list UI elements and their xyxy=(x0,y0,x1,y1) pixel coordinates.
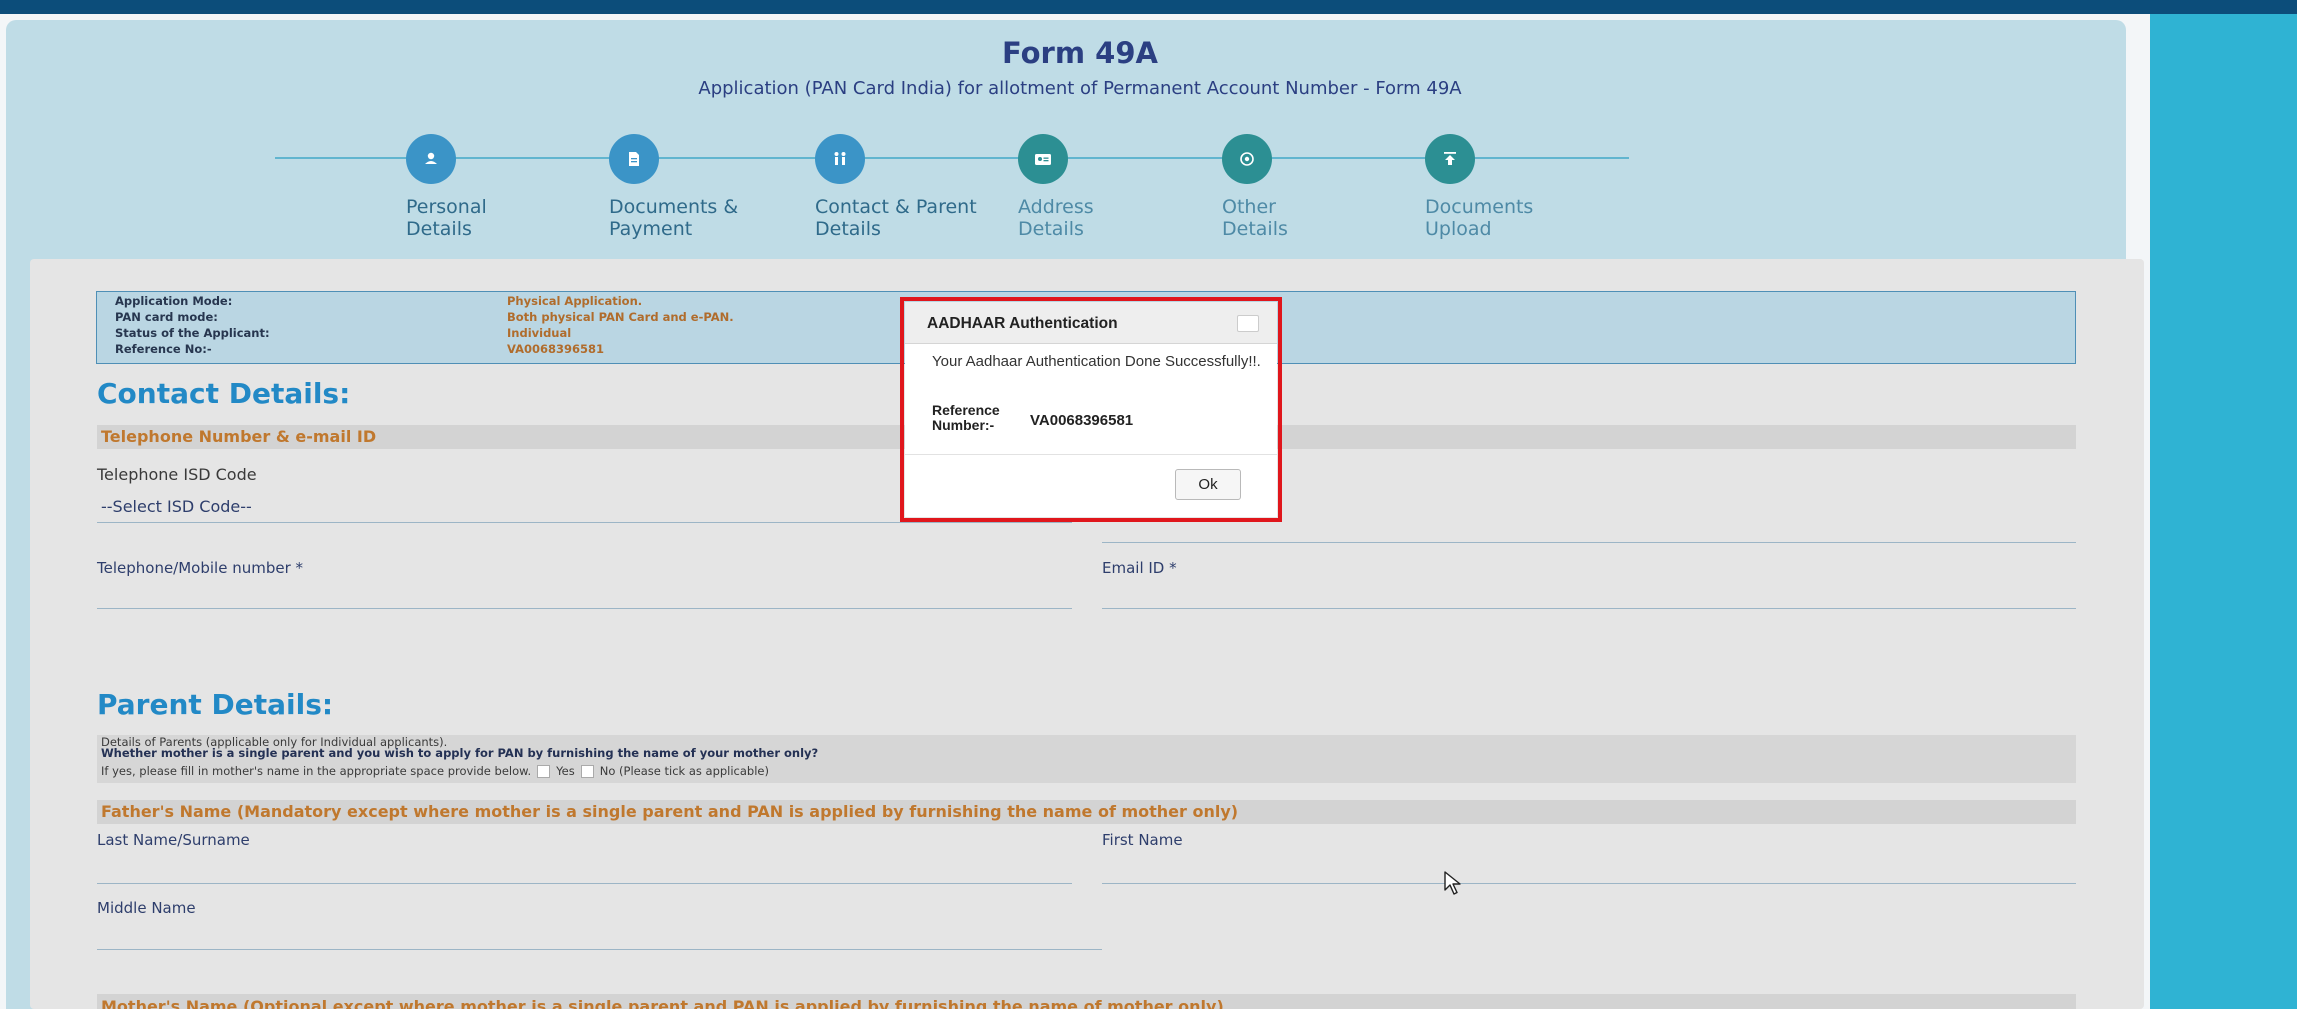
no-label: No (Please tick as applicable) xyxy=(599,764,769,778)
std-code-underline[interactable] xyxy=(1102,542,2076,543)
step-documents-upload[interactable] xyxy=(1425,134,1475,184)
yes-label: Yes xyxy=(556,764,575,778)
id-card-icon xyxy=(1035,154,1051,165)
step-label-contact-parent-details[interactable]: Contact & Parent Details xyxy=(815,196,977,240)
step-contact-parent-details[interactable] xyxy=(815,134,865,184)
no-checkbox[interactable] xyxy=(580,765,594,778)
step-label-line: Documents & xyxy=(609,196,739,218)
page-subtitle: Application (PAN Card India) for allotme… xyxy=(698,78,1462,99)
step-label-line: Personal xyxy=(406,196,487,218)
mother-name-bar: Mother's Name (Optional except where mot… xyxy=(97,994,2076,1009)
family-icon xyxy=(834,152,846,165)
info-label: Reference No:- xyxy=(115,342,212,356)
info-value: Physical Application. xyxy=(507,294,643,308)
document-icon xyxy=(629,152,639,166)
info-label: PAN card mode: xyxy=(115,310,218,324)
last-name-input[interactable] xyxy=(97,883,1072,884)
step-label-line: Contact & Parent xyxy=(815,196,977,218)
step-label-line: Payment xyxy=(609,218,693,240)
isd-code-label: Telephone ISD Code xyxy=(97,465,257,484)
page-right-background xyxy=(2150,14,2297,1009)
step-label-line: Documents xyxy=(1425,196,1534,218)
single-parent-instruction: If yes, please fill in mother's name in … xyxy=(101,764,769,778)
step-label-line: Details xyxy=(1222,218,1288,240)
isd-code-underline xyxy=(97,522,1072,523)
user-icon xyxy=(425,152,437,164)
step-label-other-details[interactable]: Other Details xyxy=(1222,196,1288,240)
mouse-cursor-icon xyxy=(1444,871,1461,895)
info-value: Both physical PAN Card and e-PAN. xyxy=(507,310,734,324)
step-label-line: Details xyxy=(1018,218,1084,240)
step-personal-details[interactable] xyxy=(406,134,456,184)
middle-name-label: Middle Name xyxy=(97,899,196,917)
step-label-personal-details[interactable]: Personal Details xyxy=(406,196,487,240)
contact-details-heading: Contact Details: xyxy=(97,377,351,410)
info-value: Individual xyxy=(507,326,572,340)
upload-icon xyxy=(1444,152,1456,165)
window-top-border xyxy=(0,0,2297,14)
middle-name-input[interactable] xyxy=(97,949,1102,950)
parent-details-heading: Parent Details: xyxy=(97,688,334,721)
step-label-line: Address xyxy=(1018,196,1094,218)
step-label-line: Details xyxy=(815,218,881,240)
info-value: VA0068396581 xyxy=(507,342,605,356)
email-input[interactable] xyxy=(1102,608,2076,609)
step-label-documents-upload[interactable]: Documents Upload xyxy=(1425,196,1533,240)
step-label-line: Details xyxy=(406,218,472,240)
last-name-label: Last Name/Surname xyxy=(97,831,250,849)
step-other-details[interactable] xyxy=(1222,134,1272,184)
target-icon xyxy=(1240,152,1254,166)
info-label: Application Mode: xyxy=(115,294,233,308)
page-title: Form 49A xyxy=(1002,36,1158,70)
step-label-line: Upload xyxy=(1425,218,1492,240)
step-documents-payment[interactable] xyxy=(609,134,659,184)
first-name-label: First Name xyxy=(1102,831,1183,849)
first-name-input[interactable] xyxy=(1102,883,2076,884)
yes-checkbox[interactable] xyxy=(537,765,551,778)
phone-input[interactable] xyxy=(97,608,1072,609)
step-address-details[interactable] xyxy=(1018,134,1068,184)
highlight-box xyxy=(900,297,1282,522)
step-label-address-details[interactable]: Address Details xyxy=(1018,196,1094,240)
instruction-text: If yes, please fill in mother's name in … xyxy=(101,764,532,778)
single-parent-question: Whether mother is a single parent and yo… xyxy=(101,746,819,760)
info-label: Status of the Applicant: xyxy=(115,326,270,340)
father-name-bar: Father's Name (Mandatory except where mo… xyxy=(97,800,2076,824)
step-label-line: Other xyxy=(1222,196,1276,218)
phone-label: Telephone/Mobile number * xyxy=(97,559,304,577)
step-label-documents-payment[interactable]: Documents & Payment xyxy=(609,196,738,240)
email-label: Email ID * xyxy=(1102,559,1177,577)
isd-code-select[interactable]: --Select ISD Code-- xyxy=(101,497,252,516)
